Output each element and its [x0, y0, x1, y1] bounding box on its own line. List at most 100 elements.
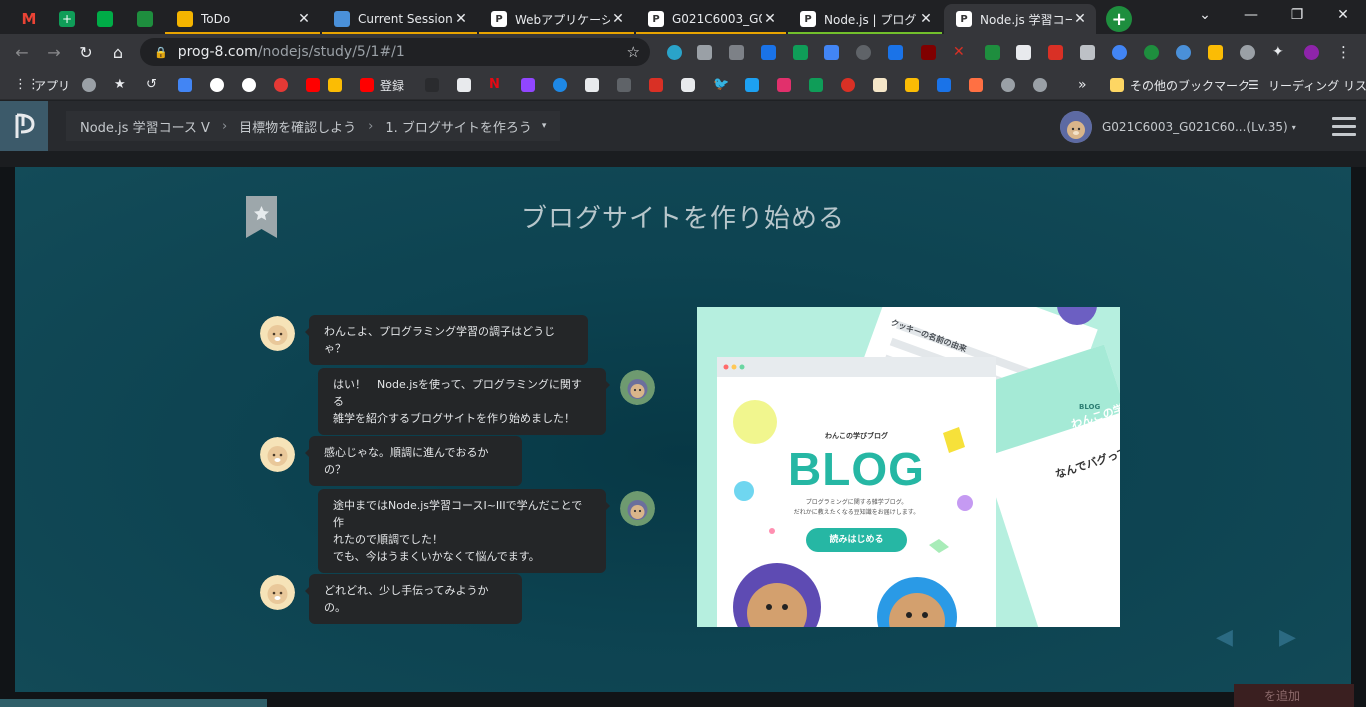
extension-briefcase-icon[interactable] — [729, 45, 744, 60]
gear-icon[interactable] — [82, 78, 96, 92]
extension-grammar-icon[interactable] — [1144, 45, 1159, 60]
back-button[interactable]: ← — [12, 42, 32, 62]
pinned-tab-gmail[interactable]: M — [8, 4, 50, 34]
ninja-dog-student-icon — [620, 491, 655, 526]
instagram-icon[interactable] — [777, 78, 791, 92]
drive-icon[interactable] — [809, 78, 823, 92]
twitter-icon[interactable] — [745, 78, 759, 92]
youtube-icon[interactable] — [306, 78, 320, 92]
forward-button[interactable]: → — [44, 42, 64, 62]
hamburger-menu-icon[interactable] — [1332, 117, 1356, 137]
orange-icon[interactable] — [969, 78, 983, 92]
restore-button[interactable]: ❐ — [1274, 0, 1320, 30]
extension-ghost-icon[interactable] — [697, 45, 712, 60]
tab-title: Webアプリケーション — [515, 12, 610, 27]
extension-steam-icon[interactable] — [1176, 45, 1191, 60]
bookmark-apps[interactable]: ⋮⋮ アプリ — [14, 77, 70, 93]
netflix-icon[interactable]: N — [489, 78, 503, 92]
close-tab-icon[interactable]: ✕ — [296, 11, 312, 27]
close-window-button[interactable]: ✕ — [1320, 0, 1366, 30]
grid-icon[interactable] — [617, 78, 631, 92]
k-icon[interactable] — [937, 78, 951, 92]
bookmark-star-icon[interactable]: ☆ — [627, 43, 640, 61]
chevron-down-icon[interactable]: ▾ — [542, 121, 547, 131]
user-menu[interactable]: G021C6003_G021C60...(Lv.35) ▾ — [1060, 111, 1296, 143]
address-bar[interactable]: 🔒 prog-8.com/nodejs/study/5/1#/1 ☆ — [140, 38, 650, 66]
extension-ublock-icon[interactable] — [921, 45, 936, 60]
profile-avatar-icon[interactable] — [1304, 45, 1319, 60]
tab-web-application[interactable]: P Webアプリケーション ✕ — [479, 4, 634, 34]
bird-icon[interactable] — [553, 78, 567, 92]
sheep-teacher-icon — [260, 437, 295, 472]
extension-check-icon[interactable] — [985, 45, 1000, 60]
pinned-tab-chat[interactable] — [84, 4, 126, 34]
close-tab-icon[interactable]: ✕ — [453, 11, 469, 27]
globe-icon[interactable] — [1001, 78, 1015, 92]
close-tab-icon[interactable]: ✕ — [610, 11, 626, 27]
bookmark-other-folder[interactable]: その他のブックマーク — [1110, 77, 1250, 93]
extensions-puzzle-icon[interactable]: ✦ — [1272, 45, 1287, 60]
close-tab-icon[interactable]: ✕ — [762, 11, 778, 27]
tab-user-page[interactable]: P G021C6003_G021 ✕ — [636, 4, 786, 34]
twitter-icon[interactable]: 🐦 — [713, 78, 729, 92]
globe-icon[interactable] — [1033, 78, 1047, 92]
extension-spy-icon[interactable] — [856, 45, 871, 60]
character-icon[interactable] — [873, 78, 887, 92]
extension-warning-icon[interactable] — [1208, 45, 1223, 60]
translate-icon[interactable] — [178, 78, 192, 92]
extension-pdf-icon[interactable] — [1048, 45, 1063, 60]
tab-current-session[interactable]: Current Session - ✕ — [322, 4, 477, 34]
extension-pocket-icon[interactable] — [1016, 45, 1031, 60]
breadcrumb-course[interactable]: Node.js 学習コース V — [80, 117, 210, 136]
nico-icon[interactable] — [841, 78, 855, 92]
bookmarks-overflow[interactable]: » — [1078, 77, 1087, 93]
tver-icon[interactable] — [585, 78, 599, 92]
game-icon[interactable] — [905, 78, 919, 92]
reading-list-label: リーディング リスト — [1268, 78, 1366, 93]
breadcrumb-lesson[interactable]: 1. ブログサイトを作ろう — [385, 117, 532, 136]
close-tab-icon[interactable]: ✕ — [1072, 11, 1088, 27]
progate-logo[interactable] — [0, 101, 48, 151]
tab-nodejs-course-active[interactable]: P Node.js 学習コース ✕ — [944, 4, 1096, 34]
message-line: れたので順調でした！ — [333, 533, 443, 546]
jump-icon[interactable] — [649, 78, 663, 92]
pinned-tab-classroom[interactable] — [124, 4, 166, 34]
progate-favicon-icon: P — [491, 11, 507, 27]
star-icon[interactable]: ★ — [114, 78, 128, 92]
extension-screen-icon[interactable] — [888, 45, 903, 60]
tab-search-button[interactable]: ⌄ — [1182, 0, 1228, 30]
add-button[interactable]: を追加 — [1234, 684, 1354, 707]
browser-menu-icon[interactable]: ⋮ — [1336, 45, 1351, 60]
previous-slide-button[interactable]: ◀ — [1216, 625, 1233, 650]
extension-network-icon[interactable] — [1112, 45, 1127, 60]
google-icon[interactable] — [210, 78, 224, 92]
shield-icon[interactable] — [681, 78, 695, 92]
reading-list[interactable]: ☰ リーディング リスト — [1248, 77, 1366, 93]
home-button[interactable]: ⌂ — [108, 42, 128, 62]
extension-sheets-icon[interactable] — [793, 45, 808, 60]
cat-icon[interactable] — [457, 78, 471, 92]
thumbs-icon[interactable] — [328, 78, 342, 92]
next-slide-button[interactable]: ▶ — [1279, 625, 1296, 650]
tab-nodejs-programming[interactable]: P Node.js | プログラミ ✕ — [788, 4, 942, 34]
tab-title: Current Session - — [358, 12, 453, 26]
close-tab-icon[interactable]: ✕ — [918, 11, 934, 27]
extension-octopus-icon[interactable] — [667, 45, 682, 60]
extension-x-icon[interactable]: ✕ — [953, 45, 968, 60]
reload-button[interactable]: ↻ — [76, 42, 96, 62]
tab-todo[interactable]: ToDo ✕ — [165, 4, 320, 34]
extension-office-icon[interactable] — [1080, 45, 1095, 60]
pinned-tab-sheets[interactable]: + — [46, 4, 88, 34]
minimize-button[interactable]: — — [1228, 0, 1274, 30]
google-icon[interactable] — [242, 78, 256, 92]
extension-chat-icon[interactable] — [1240, 45, 1255, 60]
breadcrumb-section[interactable]: 目標物を確認しよう — [239, 117, 356, 136]
history-icon[interactable]: ↺ — [146, 78, 160, 92]
new-tab-button[interactable]: + — [1106, 6, 1132, 32]
blank-icon[interactable] — [425, 78, 439, 92]
youtube-music-icon[interactable] — [274, 78, 288, 92]
extension-calendar-icon[interactable] — [761, 45, 776, 60]
extension-translate-icon[interactable] — [824, 45, 839, 60]
twitch-icon[interactable] — [521, 78, 535, 92]
bookmark-registration[interactable]: 登録 — [360, 77, 404, 93]
